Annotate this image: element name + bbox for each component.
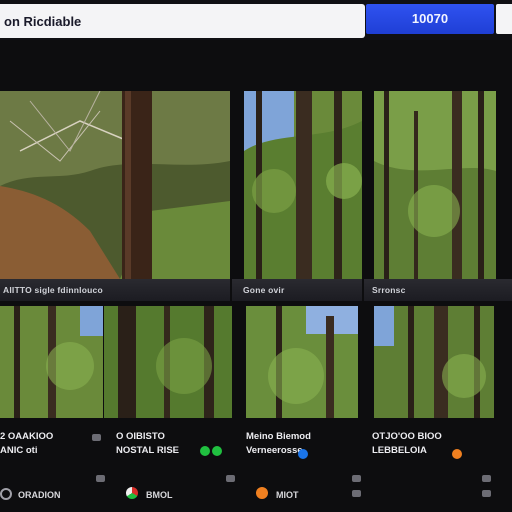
menu-icon[interactable] xyxy=(482,490,491,497)
card-title: Meino Biemod xyxy=(246,431,311,442)
card-title: OTJO'OO BIOO xyxy=(372,431,442,442)
top-bar: on Ricdiable 10070 xyxy=(0,0,512,40)
menu-icon[interactable] xyxy=(352,475,361,482)
photo-tile-6[interactable] xyxy=(246,306,358,418)
menu-icon[interactable] xyxy=(96,475,105,482)
card-subtitle: LEBBELOIA xyxy=(372,445,427,456)
secondary-action-button[interactable] xyxy=(496,4,512,34)
footer-label[interactable]: ORADION xyxy=(18,490,61,500)
tricolor-badge-icon xyxy=(126,487,138,499)
photo-tile-1[interactable] xyxy=(0,91,230,279)
orange-status-icon xyxy=(452,449,462,459)
green-status-icon xyxy=(212,446,222,456)
primary-action-label: 10070 xyxy=(411,11,449,26)
search-input[interactable]: on Ricdiable xyxy=(0,4,365,38)
green-status-icon xyxy=(200,446,210,456)
blue-status-icon xyxy=(298,449,308,459)
photo-tile-3[interactable] xyxy=(374,91,496,279)
photo-caption: Srronsc xyxy=(372,285,406,295)
card-title: 2 OAAKIOO xyxy=(0,431,54,442)
menu-icon[interactable] xyxy=(226,475,235,482)
orange-dot-icon xyxy=(256,487,268,499)
primary-action-button[interactable]: 10070 xyxy=(366,4,494,34)
card-menu-icon[interactable] xyxy=(92,434,101,441)
footer-label[interactable]: BMOL xyxy=(146,490,173,500)
photo-caption: AIITTO sigle fdinnlouco xyxy=(3,285,103,295)
photo-tile-4[interactable] xyxy=(0,306,103,418)
photo-caption: Gone ovir xyxy=(243,285,285,295)
card-subtitle: Verneerosse xyxy=(246,445,303,456)
photo-tile-7[interactable] xyxy=(374,306,494,418)
card-subtitle: ANIC oti xyxy=(0,445,38,456)
photo-tile-2[interactable] xyxy=(244,91,362,279)
menu-icon[interactable] xyxy=(482,475,491,482)
card-title: O OIBISTO xyxy=(116,431,165,442)
search-text: on Ricdiable xyxy=(4,14,82,29)
menu-icon[interactable] xyxy=(352,490,361,497)
footer-label[interactable]: MIOT xyxy=(276,490,299,500)
circle-outline-icon xyxy=(0,488,12,500)
card-subtitle: NOSTAL RISE xyxy=(116,445,179,456)
photo-tile-5[interactable] xyxy=(104,306,232,418)
